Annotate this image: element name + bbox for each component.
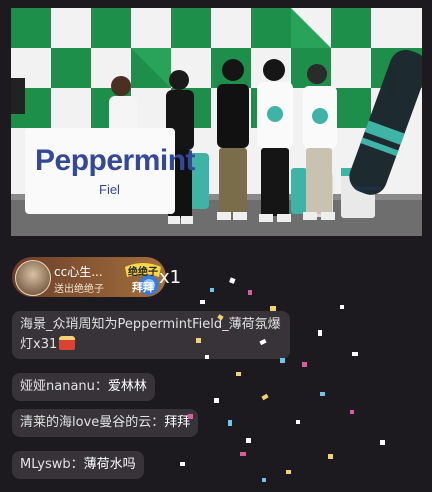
gift-emoji-icon: 绝绝子 拜拜 <box>123 259 163 297</box>
chat-text: 爱林林 <box>107 379 147 394</box>
gift-banner[interactable]: cc心生... 送出绝绝子 绝绝子 拜拜 <box>12 257 166 297</box>
chat-user: 娅娅nananu： <box>20 379 108 394</box>
gift-action-text: 送出绝绝子 <box>54 284 104 295</box>
brand-sign-sub: Fiel <box>99 182 120 197</box>
chat-message[interactable]: 清莱的海love曼谷的云：拜拜 <box>12 409 199 437</box>
chat-message[interactable]: 娅娅nananu：爱林林 <box>12 373 155 401</box>
bucket-label: Peppermint <box>355 186 381 192</box>
gift-count: x1 <box>159 267 182 288</box>
gift-top-text: 绝绝子 <box>128 267 158 278</box>
cake-icon <box>59 336 76 350</box>
chat-text: 薄荷水吗 <box>83 457 136 472</box>
gift-bottom-text: 拜拜 <box>132 281 154 294</box>
chat-message[interactable]: MLyswb：薄荷水吗 <box>12 451 144 479</box>
gift-sender-name: cc心生... <box>54 265 103 279</box>
live-video[interactable]: Peppermint Fiel Black Peppermint <box>11 8 422 236</box>
chat-user: 清莱的海love曼谷的云： <box>20 415 165 430</box>
brand-sign-name: Peppermint <box>35 144 196 177</box>
brand-sign: Peppermint Fiel <box>25 128 196 214</box>
chat-text: 拜拜 <box>164 415 191 430</box>
chat-message[interactable]: 海景_众琑周知为PeppermintField_薄荷氛爆灯x31 <box>12 311 290 359</box>
bottle-label: Black <box>387 68 397 98</box>
avatar[interactable] <box>15 260 51 296</box>
chat-user: MLyswb： <box>20 457 84 472</box>
